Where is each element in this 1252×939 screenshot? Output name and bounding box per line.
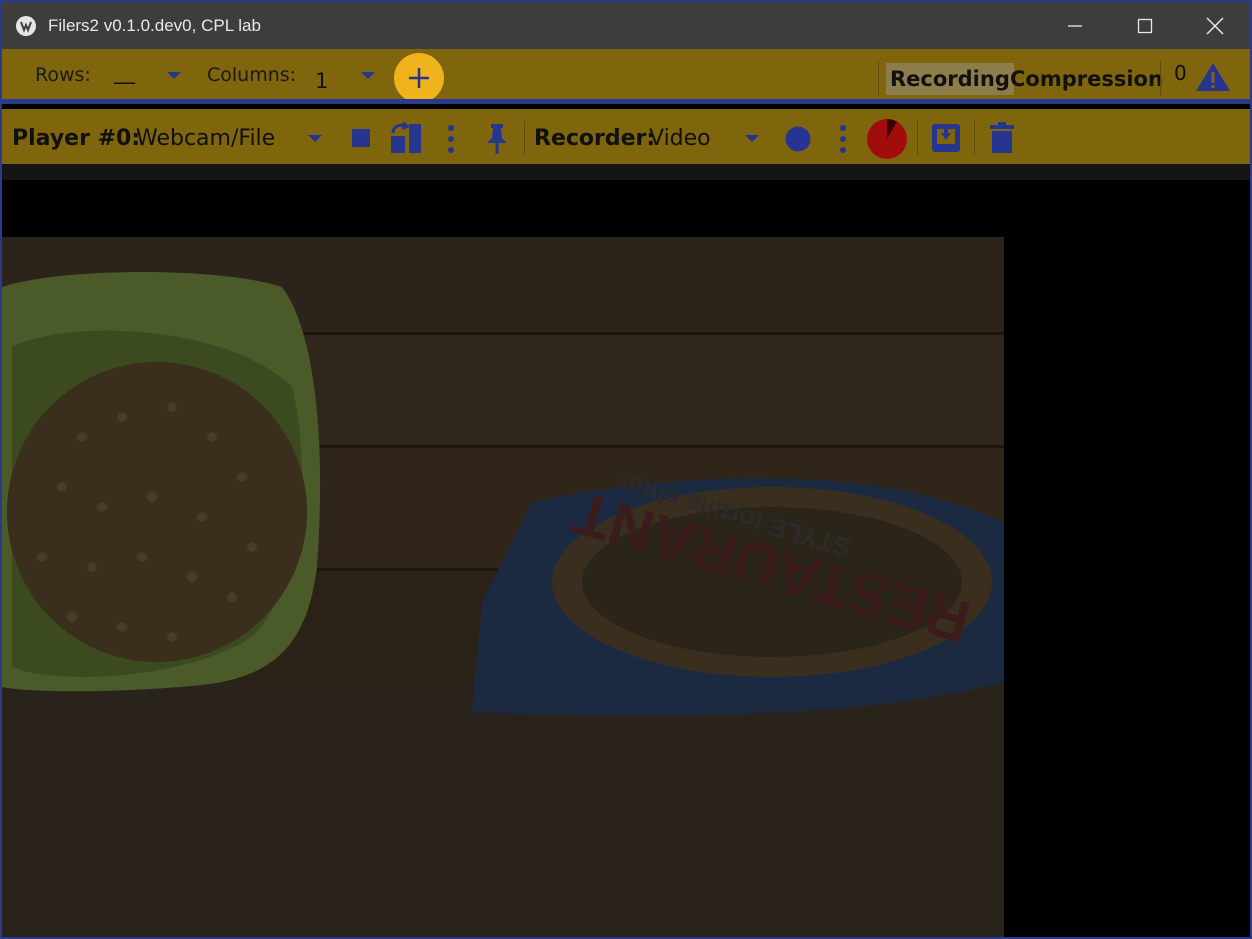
- recorder-label: Recorder:: [534, 126, 656, 151]
- swap-source-icon[interactable]: [388, 121, 424, 155]
- player-header-strip: [2, 164, 1250, 180]
- app-window: Filers2 v0.1.0.dev0, CPL lab Rows: __ Co…: [0, 0, 1252, 939]
- window-controls: [1040, 2, 1250, 49]
- divider: [917, 121, 918, 155]
- recorder-type-dropdown[interactable]: Video: [649, 126, 711, 151]
- rows-label: Rows:: [35, 64, 91, 86]
- minimize-icon: [1068, 24, 1082, 27]
- recorder-type-arrow-icon[interactable]: [745, 135, 759, 142]
- disk-usage-icon: [867, 119, 907, 159]
- compression-tab[interactable]: Compression: [1010, 63, 1163, 95]
- download-icon[interactable]: [930, 122, 962, 154]
- delete-icon[interactable]: [989, 122, 1015, 154]
- divider: [974, 121, 975, 155]
- maximize-icon: [1137, 18, 1153, 33]
- plus-icon: [409, 68, 429, 88]
- record-icon[interactable]: [784, 125, 812, 153]
- maximize-button[interactable]: [1110, 2, 1180, 49]
- app-logo-icon: [16, 15, 36, 36]
- divider: [1160, 61, 1161, 95]
- more-options-icon[interactable]: [446, 124, 456, 154]
- green-bowl: [2, 272, 321, 692]
- columns-dropdown-value[interactable]: 1: [315, 69, 328, 93]
- warning-icon[interactable]: [1194, 61, 1232, 93]
- rows-dropdown-value[interactable]: __: [114, 60, 135, 84]
- rows-dropdown-arrow-icon[interactable]: [167, 72, 181, 79]
- player-source-dropdown[interactable]: Webcam/File: [136, 126, 275, 151]
- video-feed[interactable]: RESTAURANT STYLE tortilla chips: [2, 237, 1004, 937]
- add-player-button[interactable]: [394, 53, 444, 103]
- close-icon: [1206, 16, 1224, 35]
- close-button[interactable]: [1180, 2, 1250, 49]
- divider: [524, 121, 525, 155]
- more-options-icon[interactable]: [838, 124, 848, 154]
- player-source-arrow-icon[interactable]: [308, 135, 322, 142]
- stop-icon[interactable]: [351, 128, 371, 148]
- player-toolbar: Player #0: Webcam/File Recorder: Video: [2, 109, 1250, 164]
- title-bar: Filers2 v0.1.0.dev0, CPL lab: [2, 2, 1250, 49]
- window-title: Filers2 v0.1.0.dev0, CPL lab: [48, 15, 261, 35]
- pin-icon[interactable]: [485, 123, 509, 155]
- columns-label: Columns:: [207, 64, 297, 86]
- player-label: Player #0:: [12, 126, 141, 151]
- columns-dropdown-arrow-icon[interactable]: [361, 72, 375, 79]
- layout-toolbar: Rows: __ Columns: 1 Recording Compressio…: [2, 49, 1250, 104]
- divider: [878, 61, 879, 95]
- warning-count: 0: [1174, 61, 1187, 85]
- minimize-button[interactable]: [1040, 2, 1110, 49]
- toolbar-separator: [2, 99, 1250, 104]
- recording-tab[interactable]: Recording: [886, 63, 1014, 95]
